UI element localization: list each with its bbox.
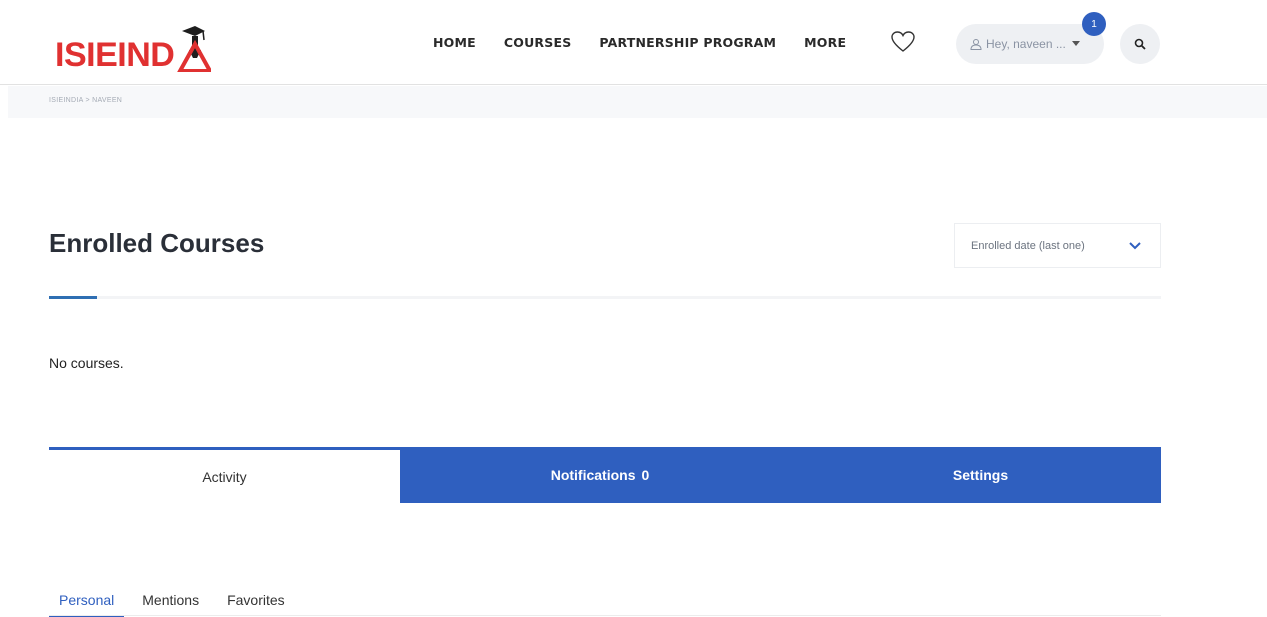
user-menu-button[interactable]: Hey, naveen ...	[956, 24, 1104, 64]
user-icon	[970, 39, 982, 50]
user-greeting: Hey, naveen ...	[986, 37, 1066, 51]
page-title: Enrolled Courses	[49, 228, 265, 258]
search-icon	[1134, 38, 1146, 50]
nav-more[interactable]: MORE	[804, 35, 846, 50]
tab-notifications-label: Notifications	[550, 467, 636, 483]
empty-courses-message: No courses.	[49, 355, 124, 371]
section-divider	[49, 296, 1161, 299]
tab-activity-label: Activity	[202, 468, 247, 485]
tab-notifications[interactable]: Notifications 0	[400, 447, 800, 503]
notification-badge: 1	[1082, 12, 1106, 36]
chevron-down-icon	[1129, 242, 1141, 250]
search-button[interactable]	[1120, 24, 1160, 64]
breadcrumb-bar: ISIEINDIA > NAVEEN	[8, 86, 1267, 118]
site-logo[interactable]: ISIEIND A	[55, 22, 212, 74]
sort-dropdown[interactable]: Enrolled date (last one)	[954, 223, 1161, 268]
subtab-mentions[interactable]: Mentions	[132, 592, 209, 617]
notifications-count: 0	[641, 467, 650, 483]
heart-icon[interactable]	[890, 30, 916, 54]
nav-courses[interactable]: COURSES	[504, 35, 572, 50]
logo-text: ISIEIND	[55, 36, 175, 74]
subtab-favorites[interactable]: Favorites	[217, 592, 295, 617]
nav-home[interactable]: HOME	[433, 35, 476, 50]
sort-selected-value: Enrolled date (last one)	[971, 239, 1085, 252]
site-header: ISIEIND A HOME COURSES PARTNERSHIP PROGR…	[0, 0, 1267, 85]
section-divider-accent	[49, 296, 97, 299]
tab-settings[interactable]: Settings	[800, 447, 1161, 503]
tab-activity[interactable]: Activity	[49, 447, 400, 503]
subtabs-divider	[49, 615, 1161, 616]
activity-subtabs: Personal Mentions Favorites	[49, 592, 303, 617]
profile-tabs: Activity Notifications 0 Settings	[49, 447, 1161, 503]
subtab-personal[interactable]: Personal	[49, 592, 125, 617]
tab-settings-label: Settings	[952, 467, 1009, 483]
logo-graduate-mark-icon: A	[177, 26, 212, 72]
caret-down-icon	[1071, 41, 1080, 46]
nav-partnership-program[interactable]: PARTNERSHIP PROGRAM	[599, 35, 776, 50]
main-nav: HOME COURSES PARTNERSHIP PROGRAM MORE	[433, 35, 874, 50]
breadcrumb[interactable]: ISIEINDIA > NAVEEN	[49, 97, 122, 104]
